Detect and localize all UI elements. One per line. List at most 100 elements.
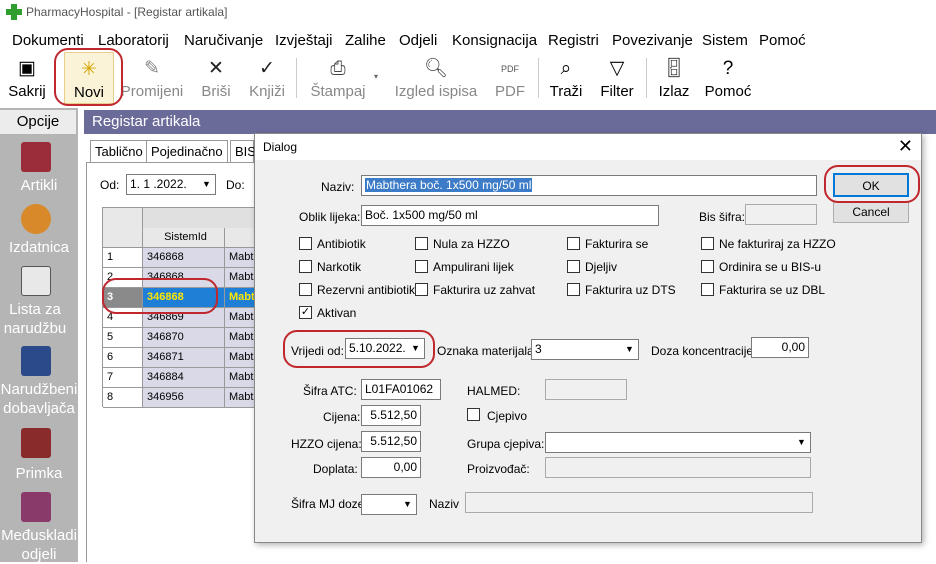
oblik-field[interactable]: Boč. 1x500 mg/50 ml: [361, 205, 659, 226]
dialog: Dialog ✕ Naziv: Mabthera boč. 1x500 mg/5…: [254, 133, 922, 543]
menu-bar: Dokumenti Laboratorij Naručivanje Izvješ…: [0, 30, 936, 52]
proizvodac-field[interactable]: [545, 457, 811, 478]
ampulirani-checkbox[interactable]: [415, 260, 428, 273]
sidebar-item-izdatnica[interactable]: Izdatnica: [0, 238, 78, 257]
aktivan-checkbox[interactable]: ✓: [299, 306, 312, 319]
sidebar-item-narudzbeni-dobavljaca[interactable]: Narudžbeni dobavljača: [0, 380, 78, 418]
fakturira-se-checkbox[interactable]: [567, 237, 580, 250]
table-cell-id[interactable]: 346871: [143, 348, 225, 368]
menu-konsignacija[interactable]: Konsignacija: [452, 32, 537, 49]
table-cell-id[interactable]: 346884: [143, 368, 225, 388]
doza-koncentracije-label: Doza koncentracije:: [651, 344, 757, 358]
grid-corner: [103, 208, 143, 248]
sidebar-item-primka[interactable]: Primka: [0, 464, 78, 483]
menu-dokumenti[interactable]: Dokumenti: [12, 32, 84, 49]
trazi-button[interactable]: ⌕ Traži: [546, 52, 586, 104]
close-icon[interactable]: ✕: [898, 136, 913, 157]
annotation-circle-novi: [54, 48, 123, 106]
stampaj-button[interactable]: ⎙ Štampaj: [306, 52, 370, 104]
table-cell-id[interactable]: 346956: [143, 388, 225, 408]
grid-header-sistemid[interactable]: SistemId: [143, 228, 225, 248]
menu-sistem[interactable]: Sistem: [702, 32, 748, 49]
toolbar-separator: [538, 58, 539, 98]
narkotik-checkbox[interactable]: [299, 260, 312, 273]
rezervni-antibiotik-checkbox[interactable]: [299, 283, 312, 296]
dialog-title: Dialog: [263, 140, 298, 154]
sifra-mj-doze-label: Šifra MJ doze: [291, 497, 365, 511]
izlaz-button[interactable]: 🚪︎ Izlaz: [654, 52, 694, 104]
cjepivo-checkbox[interactable]: [467, 408, 480, 421]
menu-zalihe[interactable]: Zalihe: [345, 32, 386, 49]
transfer-icon[interactable]: [21, 492, 51, 522]
naziv-field[interactable]: Mabthera boč. 1x500 mg/50 ml: [361, 175, 817, 196]
hzzo-cijena-field[interactable]: 5.512,50: [361, 431, 421, 452]
sidebar-item-lista-za-narudzbu[interactable]: Lista za narudžbu: [0, 300, 70, 338]
od-date-picker[interactable]: 1. 1 .2022. ▼: [126, 174, 216, 195]
book-icon[interactable]: [21, 142, 51, 172]
chevron-down-icon[interactable]: ▼: [399, 495, 416, 514]
sidebar-header: Opcije: [0, 110, 76, 134]
table-cell-id[interactable]: 346870: [143, 328, 225, 348]
nula-za-hzzo-checkbox[interactable]: [415, 237, 428, 250]
grupa-cjepiva-select[interactable]: ▼: [545, 432, 811, 453]
pomoc-label: Pomoć: [704, 83, 752, 100]
menu-laboratorij[interactable]: Laboratorij: [98, 32, 169, 49]
sakrij-button[interactable]: ▣ Sakrij: [6, 52, 48, 104]
sifra-mj-doze-select[interactable]: ▼: [361, 494, 417, 515]
menu-povezivanje[interactable]: Povezivanje: [612, 32, 693, 49]
fakturira-uz-zahvat-checkbox[interactable]: [415, 283, 428, 296]
doza-koncentracije-field[interactable]: 0,00: [751, 337, 809, 358]
sidebar-item-meduskladi-odjeli[interactable]: Međuskladi odjeli: [0, 526, 78, 564]
pomoc-button[interactable]: ? Pomoć: [702, 52, 754, 104]
menu-pomoc[interactable]: Pomoć: [759, 32, 806, 49]
ne-fakturiraj-checkbox[interactable]: [701, 237, 714, 250]
brisi-button[interactable]: ✕ Briši: [196, 52, 236, 104]
cancel-button[interactable]: Cancel: [833, 201, 909, 223]
halmed-field[interactable]: [545, 379, 627, 400]
sidebar-item-artikli[interactable]: Artikli: [0, 176, 78, 195]
tab-pojedinacno[interactable]: Pojedinačno: [146, 140, 228, 162]
tab-tablicno[interactable]: Tablično: [90, 140, 148, 162]
djeljiv-checkbox[interactable]: [567, 260, 580, 273]
row-number: 5: [103, 328, 143, 348]
fakturira-dbl-checkbox[interactable]: [701, 283, 714, 296]
menu-narucivanje[interactable]: Naručivanje: [184, 32, 263, 49]
fakturira-uz-dts-label: Fakturira uz DTS: [585, 283, 676, 297]
oznaka-materijala-select[interactable]: 3 ▼: [531, 339, 639, 360]
main-header: Registar artikala: [84, 110, 936, 134]
knjizi-button[interactable]: ✓ Knjiži: [244, 52, 290, 104]
notebook-icon[interactable]: [21, 346, 51, 376]
chevron-down-icon[interactable]: ▼: [621, 340, 638, 359]
doplata-field[interactable]: 0,00: [361, 457, 421, 478]
menu-registri[interactable]: Registri: [548, 32, 599, 49]
filter-button[interactable]: ▽ Filter: [596, 52, 638, 104]
table-cell-id[interactable]: 346868: [143, 248, 225, 268]
cijena-field[interactable]: 5.512,50: [361, 405, 421, 426]
bis-sifra-field[interactable]: [745, 204, 817, 225]
documents-icon[interactable]: [21, 266, 51, 296]
receipt-icon[interactable]: [21, 428, 51, 458]
ordinira-checkbox[interactable]: [701, 260, 714, 273]
cijena-label: Cijena:: [323, 410, 361, 424]
fakturira-uz-dts-checkbox[interactable]: [567, 283, 580, 296]
menu-izvjestaji[interactable]: Izvještaji: [275, 32, 333, 49]
stampaj-dropdown-icon[interactable]: ▾: [374, 72, 378, 81]
promijeni-button[interactable]: ✎ Promijeni: [118, 52, 186, 104]
oblik-label: Oblik lijeka:: [299, 210, 361, 224]
box-icon[interactable]: [21, 204, 51, 234]
nula-za-hzzo-label: Nula za HZZO: [433, 237, 510, 251]
aktivan-label: Aktivan: [317, 306, 357, 320]
hzzo-cijena-label: HZZO cijena:: [291, 437, 362, 451]
tab-bis[interactable]: BIS: [230, 140, 256, 162]
sifra-atc-label: Šifra ATC:: [303, 384, 357, 398]
pdf-button[interactable]: PDF PDF: [492, 52, 528, 104]
chevron-down-icon[interactable]: ▼: [198, 175, 215, 194]
menu-odjeli[interactable]: Odjeli: [399, 32, 437, 49]
row-number: 7: [103, 368, 143, 388]
naziv-mj-field[interactable]: [465, 492, 813, 513]
sifra-atc-field[interactable]: L01FA01062: [361, 379, 441, 400]
chevron-down-icon[interactable]: ▼: [793, 433, 810, 452]
naziv-mj-label: Naziv: [429, 497, 460, 511]
izgled-ispisa-button[interactable]: 🔍︎ Izgled ispisa: [392, 52, 480, 104]
antibiotik-checkbox[interactable]: [299, 237, 312, 250]
